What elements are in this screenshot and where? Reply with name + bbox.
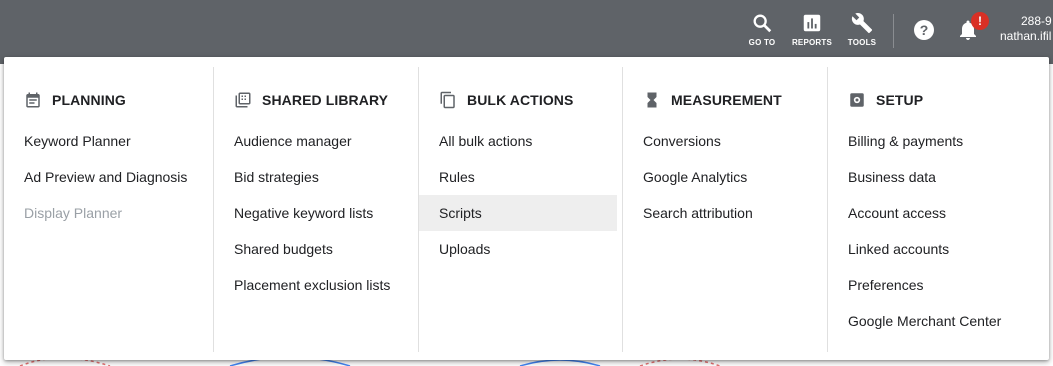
menu-column-measurement: MEASUREMENT Conversions Google Analytics… bbox=[622, 67, 827, 352]
menu-item-placement-exclusion-lists[interactable]: Placement exclusion lists bbox=[214, 267, 412, 303]
menu-column-shared-library: SHARED LIBRARY Audience manager Bid stra… bbox=[213, 67, 418, 352]
menu-item-display-planner: Display Planner bbox=[24, 205, 123, 221]
menu-item-rules[interactable]: Rules bbox=[419, 159, 617, 195]
heading-label: MEASUREMENT bbox=[671, 92, 782, 108]
menu-item-google-merchant-center[interactable]: Google Merchant Center bbox=[828, 303, 1032, 339]
reports-button[interactable]: REPORTS bbox=[790, 12, 834, 52]
menu-item-billing-payments[interactable]: Billing & payments bbox=[828, 123, 1032, 159]
help-icon[interactable]: ? bbox=[912, 18, 936, 42]
heading-label: BULK ACTIONS bbox=[467, 92, 574, 108]
menu-item-negative-keyword-lists[interactable]: Negative keyword lists bbox=[214, 195, 412, 231]
calendar-icon bbox=[26, 92, 40, 108]
heading-label: SHARED LIBRARY bbox=[262, 92, 389, 108]
tools-mega-menu: PLANNING Keyword Planner Ad Preview and … bbox=[4, 57, 1049, 360]
goto-label: GO TO bbox=[748, 38, 776, 47]
wrench-icon bbox=[851, 13, 873, 34]
menu-column-planning: PLANNING Keyword Planner Ad Preview and … bbox=[4, 67, 208, 352]
menu-item-preferences[interactable]: Preferences bbox=[828, 267, 1032, 303]
menu-item-business-data[interactable]: Business data bbox=[828, 159, 1032, 195]
menu-item-keyword-planner[interactable]: Keyword Planner bbox=[4, 123, 202, 159]
column-heading: BULK ACTIONS bbox=[439, 91, 573, 109]
menu-item-uploads[interactable]: Uploads bbox=[419, 231, 617, 267]
menu-item-linked-accounts[interactable]: Linked accounts bbox=[828, 231, 1032, 267]
menu-column-bulk-actions: BULK ACTIONS All bulk actions Rules Scri… bbox=[418, 67, 623, 352]
tools-button[interactable]: TOOLS bbox=[844, 12, 880, 52]
menu-item-scripts[interactable]: Scripts bbox=[419, 195, 617, 231]
notification-badge: ! bbox=[971, 12, 989, 30]
hourglass-icon bbox=[647, 92, 657, 108]
svg-text:?: ? bbox=[920, 22, 929, 38]
account-id: 288-9 bbox=[1021, 14, 1052, 28]
menu-item-google-analytics[interactable]: Google Analytics bbox=[623, 159, 821, 195]
menu-item-ad-preview[interactable]: Ad Preview and Diagnosis bbox=[4, 159, 202, 195]
bar-chart-icon bbox=[803, 14, 821, 32]
menu-item-account-access[interactable]: Account access bbox=[828, 195, 1032, 231]
goto-button[interactable]: GO TO bbox=[744, 12, 780, 52]
menu-item-shared-budgets[interactable]: Shared budgets bbox=[214, 231, 412, 267]
heading-label: PLANNING bbox=[52, 92, 126, 108]
menu-column-setup: SETUP Billing & payments Business data A… bbox=[827, 67, 1038, 352]
menu-item-bid-strategies[interactable]: Bid strategies bbox=[214, 159, 412, 195]
column-heading: PLANNING bbox=[24, 91, 126, 109]
settings-icon bbox=[850, 93, 864, 107]
column-heading: MEASUREMENT bbox=[643, 91, 782, 109]
tools-label: TOOLS bbox=[847, 38, 877, 47]
copy-icon bbox=[440, 91, 455, 109]
menu-item-all-bulk-actions[interactable]: All bulk actions bbox=[419, 123, 617, 159]
account-info[interactable]: 288-9 nathan.ifil bbox=[1000, 14, 1052, 44]
account-email: nathan.ifil bbox=[1000, 29, 1052, 43]
library-icon bbox=[235, 92, 251, 108]
column-heading: SHARED LIBRARY bbox=[234, 91, 388, 109]
heading-label: SETUP bbox=[876, 92, 924, 108]
menu-item-conversions[interactable]: Conversions bbox=[623, 123, 821, 159]
menu-item-search-attribution[interactable]: Search attribution bbox=[623, 195, 821, 231]
column-heading: SETUP bbox=[848, 91, 923, 109]
menu-item-audience-manager[interactable]: Audience manager bbox=[214, 123, 412, 159]
search-icon bbox=[753, 14, 772, 33]
top-app-bar: GO TO REPORTS TOOLS ? ! 288-9 nathan.ifi… bbox=[0, 0, 1053, 64]
reports-label: REPORTS bbox=[791, 38, 833, 47]
toolbar-divider bbox=[893, 14, 894, 48]
